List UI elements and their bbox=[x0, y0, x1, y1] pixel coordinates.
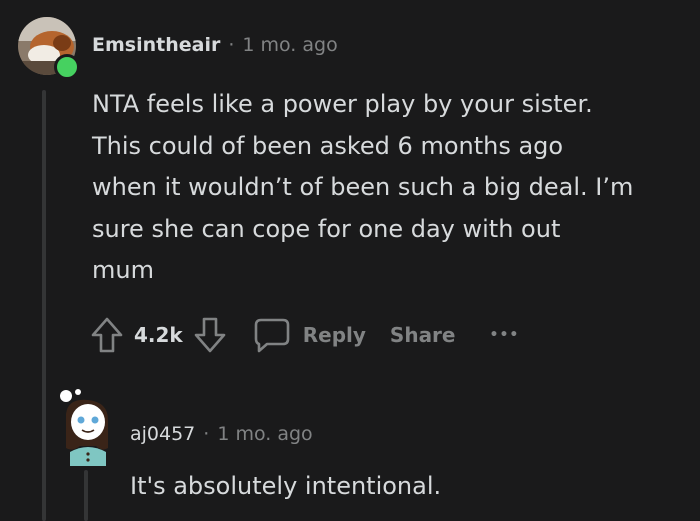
share-label: Share bbox=[389, 323, 456, 347]
reply-button[interactable]: Reply bbox=[247, 313, 372, 357]
thread-line-main[interactable] bbox=[42, 90, 46, 521]
online-status-icon bbox=[54, 54, 80, 80]
reply-meta-separator: · bbox=[203, 423, 210, 445]
reply-avatar[interactable] bbox=[56, 386, 118, 466]
reply-timestamp[interactable]: 1 mo. ago bbox=[217, 423, 312, 445]
share-button[interactable]: Share bbox=[384, 313, 462, 357]
thread-line-reply[interactable] bbox=[84, 470, 88, 521]
meta-separator: · bbox=[228, 34, 235, 56]
reply-label: Reply bbox=[302, 323, 366, 347]
downvote-arrow-icon bbox=[194, 317, 226, 353]
comment-line: mum bbox=[92, 256, 154, 284]
comment-line: This could of been asked 6 months ago bbox=[92, 131, 564, 160]
comment-action-bar: 4.2k Reply Share ••• bbox=[88, 313, 525, 357]
downvote-button[interactable] bbox=[191, 315, 229, 355]
comment-username[interactable]: Emsintheair bbox=[92, 34, 220, 56]
comment-line: sure she can cope for one day with out bbox=[92, 214, 561, 243]
reply-avatar-image bbox=[60, 389, 108, 466]
more-options-icon: ••• bbox=[489, 327, 520, 343]
reply-username[interactable]: aj0457 bbox=[130, 423, 195, 445]
comment-line: when it wouldn’t of been such a big deal… bbox=[92, 173, 634, 201]
upvote-arrow-icon bbox=[91, 317, 123, 353]
comment-line: NTA feels like a power play by your sist… bbox=[92, 90, 593, 118]
comment-meta: Emsintheair · 1 mo. ago bbox=[92, 34, 338, 56]
vote-score: 4.2k bbox=[134, 323, 183, 347]
upvote-button[interactable] bbox=[88, 315, 126, 355]
reply-meta: aj0457 · 1 mo. ago bbox=[130, 423, 313, 445]
comment-timestamp[interactable]: 1 mo. ago bbox=[242, 34, 337, 56]
more-options-button[interactable]: ••• bbox=[484, 313, 526, 357]
reply-body: It's absolutely intentional. bbox=[130, 472, 442, 500]
comment-body: NTA feels like a power play by your sist… bbox=[92, 84, 682, 292]
speech-bubble-icon bbox=[254, 318, 290, 353]
